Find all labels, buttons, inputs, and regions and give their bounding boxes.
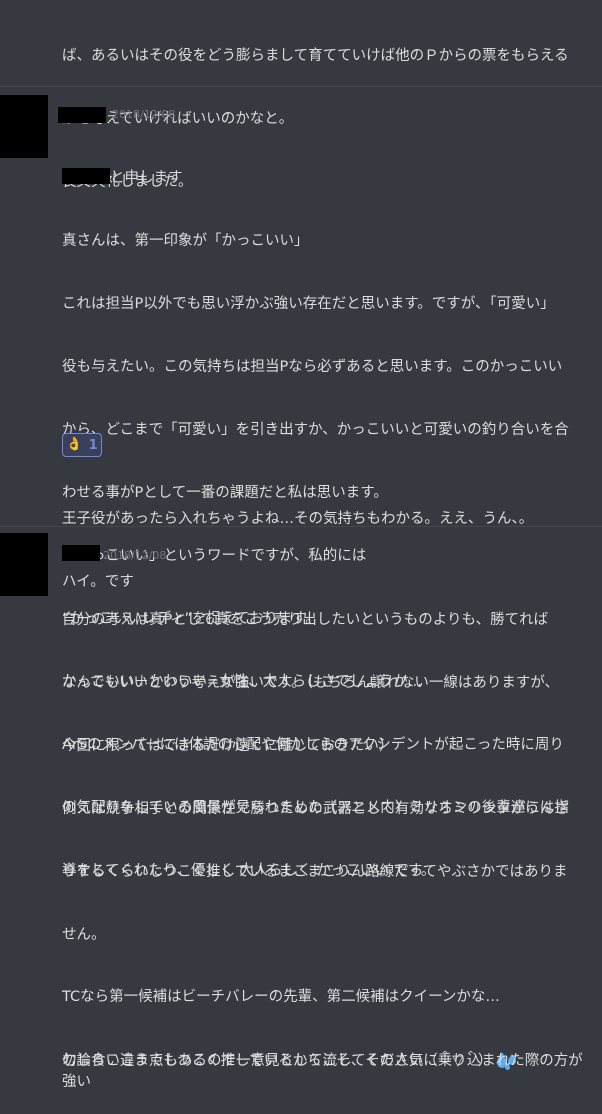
message-line: なんでもいいという考えが強いです。（もちろん譲れない一線はありますが、 <box>62 675 560 691</box>
message-line: 役も与えたい。この気持ちは担当Pなら必ずあると思います。このかっこいい <box>62 359 563 375</box>
author-name-redacted[interactable] <box>62 545 100 561</box>
message-timestamp: 2018/12/08 <box>112 108 176 121</box>
message-line: 自分の考えは真Pとして真をこう売り出したいというものよりも、勝てれば <box>62 612 549 628</box>
author-name-redacted[interactable] <box>58 107 106 123</box>
reaction-ok-hand[interactable]: 👌 1 <box>62 433 102 457</box>
redacted-name <box>62 168 110 184</box>
message-divider <box>0 86 602 87</box>
message-text: 自分の考えは真Pとして真をこう売り出したいというものよりも、勝てれば なんでもい… <box>62 568 594 1114</box>
message-line: せん。 <box>62 927 106 943</box>
reaction-count: 1 <box>88 437 98 453</box>
message-line: 今回に限ってはできるだけ遠くに離しておきたい） <box>62 738 394 754</box>
message-line: から、どこまで「可愛い」を引き出すか、かっこいいと可愛いの釣り合いを合 <box>62 422 569 438</box>
greeting-suffix: と申します <box>110 170 183 186</box>
avatar[interactable] <box>0 95 48 158</box>
ok-hand-icon: 👌 <box>66 437 83 452</box>
message-line: むしろここまでしつこく推しているからこそ、その人気に乗り込まれた際の方が強い <box>62 1053 583 1090</box>
avatar[interactable] <box>0 533 48 596</box>
message-line: 例えば競争相手との関係性で勝つための武器として有効ならミリシタがうんざ <box>62 801 569 817</box>
message-timestamp: 2018/12/08 <box>103 549 167 562</box>
message-line: 真さんは、第一印象が「かっこいい」 <box>62 233 309 249</box>
message-line: ば、あるいはその役をどう膨らまして育てていけば他のＰからの票をもらえる <box>62 48 569 64</box>
message-divider <box>0 526 602 527</box>
greeting-line: と申します <box>62 168 594 189</box>
message-line: これは担当P以外でも思い浮かぶ強い存在だと思います。ですが、「可愛い」 <box>62 296 555 312</box>
message-line <box>62 988 594 1009</box>
message-line: りするくらいしつこく推しているまこまこりん路線だってやぶさかではありま <box>62 864 568 880</box>
